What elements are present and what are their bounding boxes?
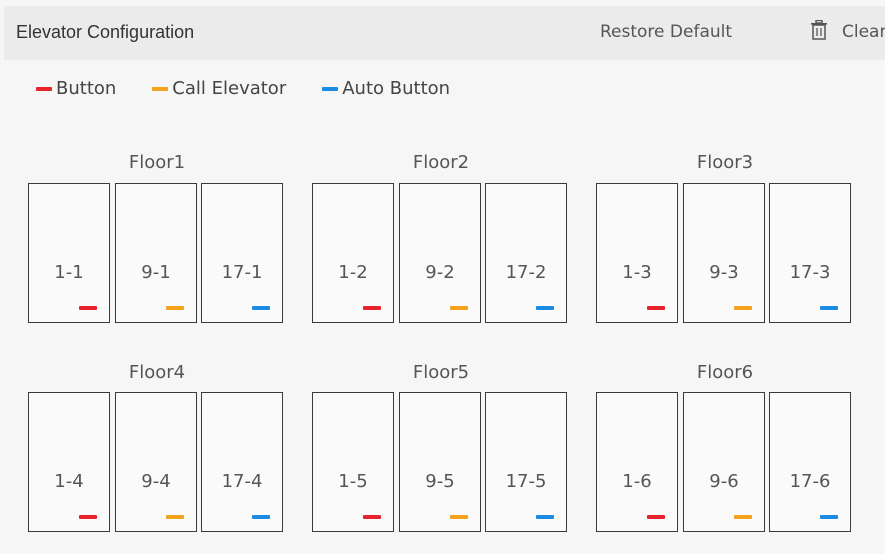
elevator-cell[interactable]: 17-4	[201, 392, 283, 532]
elevator-cell[interactable]: 1-2	[312, 183, 394, 323]
cell-label: 17-4	[221, 471, 263, 492]
cell-type-indicator	[734, 515, 752, 519]
cell-type-indicator	[536, 515, 554, 519]
legend-swatch	[322, 86, 339, 91]
legend-item: Auto Button	[322, 78, 450, 99]
floor-label: Floor5	[412, 362, 470, 383]
clear-button[interactable]: Clear	[810, 19, 885, 44]
cell-label: 9-6	[709, 471, 739, 492]
cell-type-indicator	[820, 515, 838, 519]
elevator-cell[interactable]: 17-2	[485, 183, 567, 323]
floor-label: Floor3	[696, 152, 754, 173]
legend-swatch	[152, 86, 169, 91]
legend-item: Button	[36, 78, 116, 99]
floor-label: Floor6	[696, 362, 754, 383]
cell-type-indicator	[363, 515, 381, 519]
elevator-cell[interactable]: 1-6	[596, 392, 678, 532]
elevator-cell[interactable]: 17-6	[769, 392, 851, 532]
elevator-cell[interactable]: 9-1	[115, 183, 197, 323]
restore-default-button[interactable]: Restore Default	[600, 22, 732, 42]
elevator-cell[interactable]: 17-1	[201, 183, 283, 323]
elevator-cell[interactable]: 9-3	[683, 183, 765, 323]
cell-type-indicator	[79, 306, 97, 310]
floor-label: Floor1	[128, 152, 186, 173]
header-bar: Elevator Configuration Restore Default C…	[4, 6, 885, 60]
cell-label: 9-4	[141, 471, 171, 492]
elevator-cell[interactable]: 1-5	[312, 392, 394, 532]
elevator-cell[interactable]: 1-4	[28, 392, 110, 532]
cell-type-indicator	[79, 515, 97, 519]
cell-type-indicator	[450, 306, 468, 310]
cell-label: 17-6	[789, 471, 831, 492]
legend: Button Call Elevator Auto Button	[36, 78, 486, 99]
cell-type-indicator	[363, 306, 381, 310]
cell-type-indicator	[647, 306, 665, 310]
elevator-cell[interactable]: 9-5	[399, 392, 481, 532]
cell-type-indicator	[166, 306, 184, 310]
cell-label: 9-1	[141, 262, 171, 283]
elevator-cell[interactable]: 1-3	[596, 183, 678, 323]
cell-type-indicator	[820, 306, 838, 310]
elevator-cell[interactable]: 9-6	[683, 392, 765, 532]
legend-item: Call Elevator	[152, 78, 286, 99]
elevator-cell[interactable]: 9-4	[115, 392, 197, 532]
cell-label: 17-3	[789, 262, 831, 283]
cell-label: 1-5	[338, 471, 368, 492]
cell-label: 9-2	[425, 262, 455, 283]
floor-label: Floor4	[128, 362, 186, 383]
legend-swatch	[36, 86, 52, 91]
cell-type-indicator	[450, 515, 468, 519]
cell-type-indicator	[252, 306, 270, 310]
elevator-cell[interactable]: 17-5	[485, 392, 567, 532]
cell-type-indicator	[536, 306, 554, 310]
elevator-cell[interactable]: 17-3	[769, 183, 851, 323]
cell-type-indicator	[166, 515, 184, 519]
cell-label: 9-5	[425, 471, 455, 492]
elevator-cell[interactable]: 9-2	[399, 183, 481, 323]
cell-label: 1-1	[54, 262, 84, 283]
legend-label: Call Elevator	[172, 78, 287, 99]
legend-label: Button	[56, 78, 117, 99]
cell-label: 1-4	[54, 471, 84, 492]
cell-label: 17-1	[221, 262, 263, 283]
page-title: Elevator Configuration	[16, 22, 195, 42]
cell-label: 1-2	[338, 262, 368, 283]
floor-label: Floor2	[412, 152, 470, 173]
cell-label: 1-3	[622, 262, 652, 283]
elevator-cell[interactable]: 1-1	[28, 183, 110, 323]
cell-label: 17-2	[505, 262, 547, 283]
cell-type-indicator	[252, 515, 270, 519]
cell-label: 17-5	[505, 471, 547, 492]
cell-type-indicator	[647, 515, 665, 519]
cell-label: 1-6	[622, 471, 652, 492]
clear-label: Clear	[842, 22, 885, 42]
cell-label: 9-3	[709, 262, 739, 283]
trash-icon	[810, 19, 828, 44]
legend-label: Auto Button	[342, 78, 451, 99]
cell-type-indicator	[734, 306, 752, 310]
